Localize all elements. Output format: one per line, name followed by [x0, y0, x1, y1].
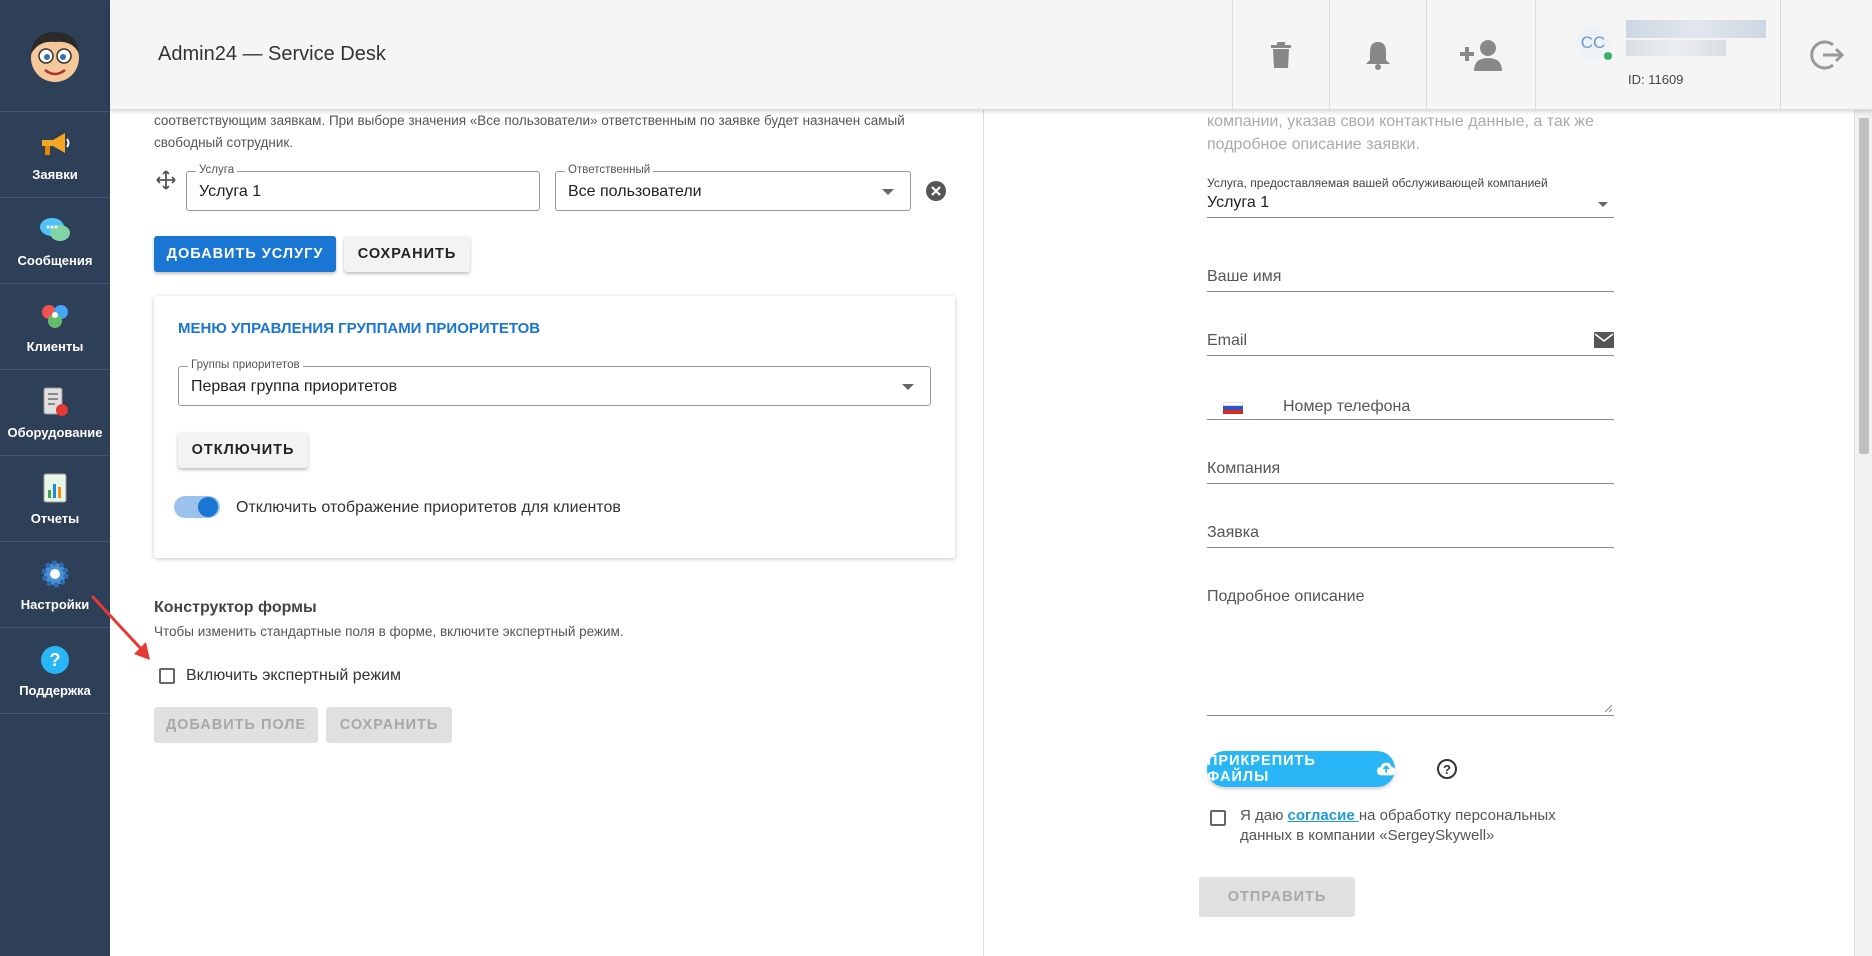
name-label: Ваше имя	[1207, 268, 1282, 285]
chevron-down-icon	[902, 384, 914, 390]
scrollbar-thumb[interactable]	[1859, 118, 1869, 454]
service-legend: Услуга	[196, 164, 238, 176]
chevron-down-icon	[882, 189, 894, 195]
company-field[interactable]: Компания	[1207, 450, 1614, 484]
user-id: ID: 11609	[1628, 72, 1684, 87]
responsible-value: Все пользователи	[568, 183, 702, 200]
logout-button[interactable]	[1780, 0, 1872, 110]
notifications-button[interactable]	[1329, 0, 1426, 110]
consent-text: Я даю согласие на обработку персональных…	[1240, 806, 1600, 846]
form-preview: компании, указав свои контактные данные,…	[984, 110, 1854, 956]
sidebar-item-label: Настройки	[20, 597, 90, 612]
add-service-button[interactable]: ДОБАВИТЬ УСЛУГУ	[154, 236, 336, 272]
trash-button[interactable]	[1232, 0, 1329, 110]
service-description: соответствующим заявкам. При выборе знач…	[154, 113, 905, 150]
add-user-icon	[1460, 40, 1502, 71]
chevron-down-icon	[1598, 202, 1608, 207]
priority-groups-select[interactable]: Группы приоритетов Первая группа приорит…	[178, 359, 931, 406]
priority-groups-value: Первая группа приоритетов	[191, 378, 398, 395]
gear-icon	[38, 557, 72, 591]
russia-flag-icon[interactable]	[1223, 402, 1243, 414]
mascot-logo-icon	[31, 31, 79, 82]
sidebar-item-label: Оборудование	[7, 425, 103, 440]
form-builder-title: Конструктор формы	[154, 599, 317, 616]
add-field-button[interactable]: ДОБАВИТЬ ПОЛЕ	[154, 707, 318, 743]
reports-icon	[38, 471, 72, 505]
sidebar-item-messages[interactable]: Сообщения	[0, 198, 110, 284]
cloud-upload-icon	[1376, 762, 1395, 776]
sidebar-item-equipment[interactable]: Оборудование	[0, 370, 110, 456]
svg-text:?: ?	[50, 650, 61, 670]
service-select[interactable]: Услуга, предоставляемая вашей обслуживаю…	[1207, 176, 1614, 218]
save-services-button[interactable]: СОХРАНИТЬ	[344, 236, 470, 272]
priority-card-title: МЕНЮ УПРАВЛЕНИЯ ГРУППАМИ ПРИОРИТЕТОВ	[178, 320, 541, 337]
help-icon: ?	[38, 643, 72, 677]
email-field[interactable]: Email	[1207, 322, 1614, 356]
resize-handle-icon[interactable]	[1604, 704, 1613, 713]
sidebar-item-label: Поддержка	[19, 683, 91, 698]
email-label: Email	[1207, 332, 1248, 349]
sidebar-item-reports[interactable]: Отчеты	[0, 456, 110, 542]
submit-button[interactable]: ОТПРАВИТЬ	[1199, 877, 1355, 917]
remove-service-icon[interactable]	[925, 180, 947, 202]
sidebar-item-label: Заявки	[32, 167, 78, 182]
service-field[interactable]: Услуга Услуга 1	[186, 164, 540, 211]
form-builder-subtitle: Чтобы изменить стандартные поля в форме,…	[154, 624, 624, 639]
settings-pane: соответствующим заявкам. При выборе знач…	[110, 110, 983, 956]
responsible-select[interactable]: Ответственный Все пользователи	[555, 164, 911, 211]
app-logo[interactable]	[0, 0, 110, 112]
details-label: Подробное описание	[1207, 588, 1365, 605]
expert-mode-checkbox[interactable]	[159, 668, 175, 684]
service-select-label: Услуга, предоставляемая вашей обслуживаю…	[1207, 176, 1548, 190]
envelope-icon	[1594, 332, 1614, 348]
request-field[interactable]: Заявка	[1207, 514, 1614, 548]
phone-label: Номер телефона	[1283, 398, 1411, 415]
service-select-value: Услуга 1	[1207, 194, 1270, 211]
sidebar-item-label: Сообщения	[17, 253, 93, 268]
blurred-user-email	[1626, 40, 1726, 56]
consent-checkbox[interactable]	[1210, 810, 1226, 826]
expert-mode-label: Включить экспертный режим	[186, 667, 401, 684]
priority-groups-legend: Группы приоритетов	[188, 359, 303, 371]
sidebar-item-tickets[interactable]: Заявки	[0, 112, 110, 198]
consent-link[interactable]: согласие	[1288, 807, 1359, 824]
sidebar-item-label: Отчеты	[30, 511, 80, 526]
equipment-icon	[38, 385, 72, 419]
online-status-dot	[1604, 52, 1612, 60]
blurred-user-name	[1626, 20, 1766, 38]
hide-priorities-label: Отключить отображение приоритетов для кл…	[236, 499, 621, 516]
details-textarea[interactable]: Подробное описание	[1207, 578, 1614, 716]
toggle-knob	[198, 497, 218, 517]
chat-icon	[38, 213, 72, 247]
attach-files-label: ПРИКРЕПИТЬ ФАЙЛЫ	[1207, 753, 1316, 785]
company-label: Компания	[1207, 460, 1281, 477]
trash-icon	[1271, 42, 1291, 68]
consent-prefix: Я даю	[1240, 807, 1288, 824]
request-label: Заявка	[1207, 524, 1259, 541]
bell-icon	[1366, 42, 1390, 70]
logout-icon	[1809, 40, 1844, 70]
megaphone-icon	[38, 127, 72, 161]
save-form-button[interactable]: СОХРАНИТЬ	[326, 707, 452, 743]
top-bar: Admin24 — Service Desk CC ID: 11609	[110, 0, 1872, 110]
annotation-arrow-icon	[90, 594, 150, 660]
responsible-legend: Ответственный	[565, 164, 654, 176]
phone-field[interactable]: Номер телефона	[1207, 386, 1614, 420]
sidebar-item-clients[interactable]: Клиенты	[0, 284, 110, 370]
attach-files-button[interactable]: ПРИКРЕПИТЬ ФАЙЛЫ	[1207, 751, 1395, 787]
sidebar-item-label: Клиенты	[26, 339, 84, 354]
priority-groups-card: МЕНЮ УПРАВЛЕНИЯ ГРУППАМИ ПРИОРИТЕТОВ Гру…	[154, 296, 955, 558]
scrollbar[interactable]	[1854, 110, 1872, 956]
service-value: Услуга 1	[199, 183, 262, 200]
clients-icon	[38, 299, 72, 333]
sidebar: Заявки Сообщения Клиенты Оборудование От…	[0, 0, 110, 956]
add-user-button[interactable]	[1426, 0, 1535, 110]
user-profile[interactable]: CC ID: 11609	[1535, 0, 1780, 110]
name-field[interactable]: Ваше имя	[1207, 258, 1614, 292]
help-icon[interactable]: ?	[1437, 759, 1457, 779]
disable-priorities-button[interactable]: ОТКЛЮЧИТЬ	[178, 432, 308, 468]
form-intro: компании, указав свои контактные данные,…	[1207, 113, 1594, 153]
app-title: Admin24 — Service Desk	[158, 43, 386, 65]
drag-handle-icon[interactable]	[156, 170, 176, 190]
